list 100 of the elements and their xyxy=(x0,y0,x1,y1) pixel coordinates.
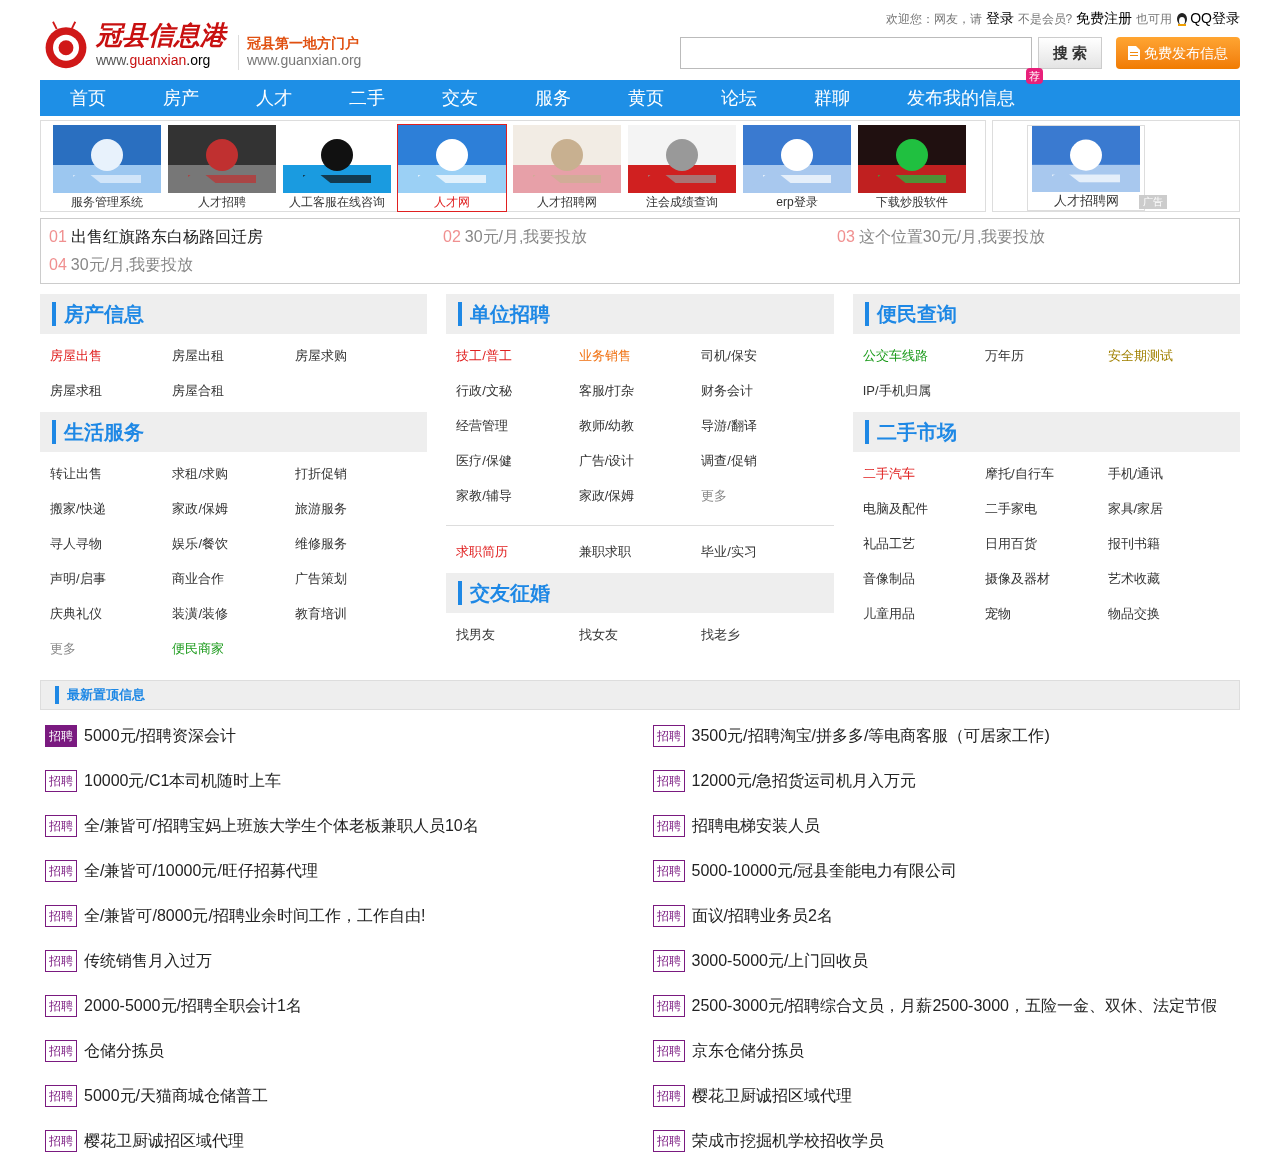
category-link[interactable]: 更多 xyxy=(50,639,76,658)
category-link[interactable]: 宠物 xyxy=(985,604,1012,623)
listing-link[interactable]: 全/兼皆可/10000元/旺仔招募代理 xyxy=(84,859,318,883)
category-link[interactable]: 物品交换 xyxy=(1107,604,1160,623)
listing-link[interactable]: 传统销售月入过万 xyxy=(84,949,212,973)
category-link[interactable]: 礼品工艺 xyxy=(862,534,915,553)
category-link[interactable]: 客服/打杂 xyxy=(578,381,635,400)
banner-ad[interactable]: 下载炒股软件 xyxy=(858,125,966,211)
category-link[interactable]: 房屋出租 xyxy=(172,346,225,365)
listing-link[interactable]: 全/兼皆可/招聘宝妈上班族大学生个体老板兼职人员10名 xyxy=(84,814,479,838)
category-link[interactable]: 手机/通讯 xyxy=(1107,464,1164,483)
listing-link[interactable]: 5000元/招聘资深会计 xyxy=(84,724,237,748)
category-link[interactable]: 调查/促销 xyxy=(701,451,757,470)
listing-link[interactable]: 樱花卫厨诚招区域代理 xyxy=(691,1084,852,1108)
category-link[interactable]: IP/手机归属 xyxy=(862,381,931,400)
category-link[interactable]: 安全期测试 xyxy=(1107,346,1173,365)
category-link[interactable]: 求职简历 xyxy=(456,542,509,561)
banner-ad[interactable]: 人工客服在线咨询 xyxy=(283,125,391,211)
header-link[interactable]: 免费注册 xyxy=(1076,8,1133,29)
category-link[interactable]: 日用百货 xyxy=(985,534,1038,553)
category-link[interactable]: 毕业/实习 xyxy=(701,542,757,561)
listing-link[interactable]: 2500-3000元/招聘综合文员，月薪2500-3000，五险一金、双休、法定节假 xyxy=(691,994,1217,1018)
category-link[interactable]: 公交车线路 xyxy=(862,346,928,365)
listing-link[interactable]: 招聘电梯安装人员 xyxy=(691,814,820,838)
listing-link[interactable]: 3000-5000元/上门回收员 xyxy=(691,949,869,973)
category-link[interactable]: 家政/保姆 xyxy=(578,486,635,505)
banner-ad[interactable]: 人才网 xyxy=(398,125,506,211)
category-link[interactable]: 旅游服务 xyxy=(294,499,347,518)
category-link[interactable]: 声明/启事 xyxy=(50,569,106,588)
category-link[interactable]: 搬家/快递 xyxy=(50,499,106,518)
category-link[interactable]: 广告策划 xyxy=(294,569,347,588)
category-link[interactable]: 二手家电 xyxy=(985,499,1038,518)
banner-ad[interactable]: 人才招聘网 xyxy=(513,125,621,211)
banner-ad[interactable]: 服务管理系统 xyxy=(53,125,161,211)
category-link[interactable]: 行政/文秘 xyxy=(456,381,512,400)
category-link[interactable]: 报刊书籍 xyxy=(1107,534,1160,553)
category-link[interactable]: 广告/设计 xyxy=(578,451,635,470)
category-link[interactable]: 艺术收藏 xyxy=(1107,569,1160,588)
category-link[interactable]: 摩托/自行车 xyxy=(985,464,1054,483)
category-link[interactable]: 音像制品 xyxy=(862,569,915,588)
category-link[interactable]: 兼职求职 xyxy=(578,542,631,561)
category-link[interactable]: 房屋求购 xyxy=(294,346,347,365)
side-ad[interactable]: 人才招聘网 xyxy=(1027,125,1145,211)
category-link[interactable]: 摄像及器材 xyxy=(985,569,1051,588)
listing-link[interactable]: 全/兼皆可/8000元/招聘业余时间工作，工作自由! xyxy=(84,904,426,928)
category-link[interactable]: 导游/翻译 xyxy=(701,416,757,435)
category-link[interactable]: 打折促销 xyxy=(294,464,347,483)
category-link[interactable]: 找女友 xyxy=(578,625,618,644)
category-link[interactable]: 转让出售 xyxy=(50,464,102,483)
banner-ad[interactable]: erp登录 xyxy=(743,125,851,211)
category-link[interactable]: 找老乡 xyxy=(701,625,741,644)
category-link[interactable]: 家教/辅导 xyxy=(456,486,512,505)
category-link[interactable]: 庆典礼仪 xyxy=(50,604,102,623)
search-field[interactable] xyxy=(680,37,1032,69)
banner-ad[interactable]: 注会成绩查询 xyxy=(628,125,736,211)
qq-login-link[interactable]: QQ登录 xyxy=(1190,8,1240,29)
category-link[interactable]: 家政/保姆 xyxy=(172,499,229,518)
category-link[interactable]: 教育培训 xyxy=(294,604,347,623)
category-link[interactable]: 二手汽车 xyxy=(862,464,915,483)
text-ad[interactable]: 04 30元/月,我要投放 xyxy=(49,251,443,279)
category-link[interactable]: 娱乐/餐饮 xyxy=(172,534,229,553)
listing-link[interactable]: 5000-10000元/冠县奎能电力有限公司 xyxy=(691,859,958,883)
category-link[interactable]: 更多 xyxy=(701,486,728,505)
category-link[interactable]: 维修服务 xyxy=(294,534,347,553)
text-ad[interactable]: 02 30元/月,我要投放 xyxy=(443,223,837,251)
banner-ad[interactable]: 人才招聘 xyxy=(168,125,276,211)
category-link[interactable]: 经营管理 xyxy=(456,416,509,435)
category-link[interactable]: 房屋求租 xyxy=(50,381,102,400)
category-link[interactable]: 家具/家居 xyxy=(1107,499,1164,518)
job-tag: 招聘 xyxy=(652,995,685,1017)
listing-link[interactable]: 樱花卫厨诚招区域代理 xyxy=(84,1129,244,1153)
category-link[interactable]: 装潢/装修 xyxy=(172,604,229,623)
header-link[interactable]: 登录 xyxy=(985,8,1014,29)
listing-link[interactable]: 京东仓储分拣员 xyxy=(691,1039,804,1063)
category-link[interactable]: 儿童用品 xyxy=(862,604,915,623)
listing-link[interactable]: 5000元/天猫商城仓储普工 xyxy=(84,1084,269,1108)
listing-link[interactable]: 面议/招聘业务员2名 xyxy=(691,904,833,928)
category-link[interactable]: 万年历 xyxy=(985,346,1025,365)
category-link[interactable]: 电脑及配件 xyxy=(862,499,928,518)
category-link[interactable]: 财务会计 xyxy=(701,381,754,400)
category-link[interactable]: 找男友 xyxy=(456,625,496,644)
category-link[interactable]: 教师/幼教 xyxy=(578,416,635,435)
category-link[interactable]: 寻人寻物 xyxy=(50,534,102,553)
category-link[interactable]: 求租/求购 xyxy=(172,464,229,483)
category-link[interactable]: 司机/保安 xyxy=(701,346,757,365)
listing-link[interactable]: 12000元/急招货运司机月入万元 xyxy=(691,769,917,793)
category-link[interactable]: 便民商家 xyxy=(172,639,225,658)
listing-link[interactable]: 2000-5000元/招聘全职会计1名 xyxy=(84,994,302,1018)
listing-link[interactable]: 荣成市挖掘机学校招收学员 xyxy=(691,1129,884,1153)
category-link[interactable]: 房屋出售 xyxy=(50,346,102,365)
listing-link[interactable]: 3500元/招聘淘宝/拼多多/等电商客服（可居家工作) xyxy=(691,724,1050,748)
search-button[interactable]: 搜 索 xyxy=(1038,37,1102,69)
category-link[interactable]: 技工/普工 xyxy=(456,346,512,365)
listing-link[interactable]: 10000元/C1本司机随时上车 xyxy=(84,769,282,793)
text-ad[interactable]: 01 出售红旗路东白杨路回迁房 xyxy=(49,223,443,251)
listing-link[interactable]: 仓储分拣员 xyxy=(84,1039,164,1063)
category-link[interactable]: 商业合作 xyxy=(172,569,225,588)
category-link[interactable]: 医疗/保健 xyxy=(456,451,512,470)
category-link[interactable]: 房屋合租 xyxy=(172,381,225,400)
text-ad[interactable]: 03 这个位置30元/月,我要投放 xyxy=(837,223,1231,251)
